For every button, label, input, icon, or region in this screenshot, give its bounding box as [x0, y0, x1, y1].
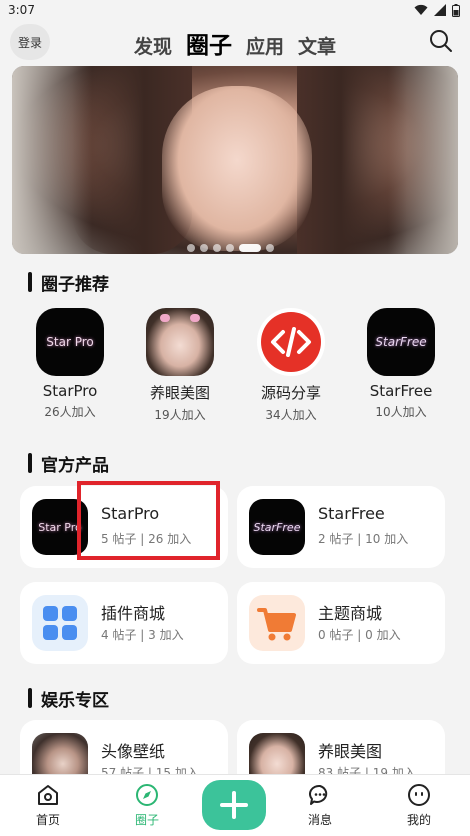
nav-messages[interactable]: 消息 [290, 783, 350, 828]
home-icon [38, 785, 58, 805]
status-icons [414, 3, 460, 17]
plugin-grid-icon [32, 595, 88, 651]
section-title: 官方产品 [41, 455, 109, 476]
code-icon [257, 308, 325, 376]
nav-home[interactable]: 首页 [18, 783, 78, 828]
carousel-dot[interactable] [200, 244, 208, 252]
highlight-annotation [77, 481, 220, 560]
product-card-starfree[interactable]: StarFree StarFree 2 帖子 | 10 加入 [237, 486, 445, 568]
shopping-cart-icon [249, 595, 305, 651]
search-icon[interactable] [428, 28, 454, 54]
starpro-logo-text: Star Pro [38, 520, 82, 534]
card-meta: 0 帖子 | 0 加入 [318, 628, 401, 642]
starfree-logo-text: StarFree [375, 335, 427, 349]
status-time: 3:07 [8, 3, 35, 17]
section-entertainment-header: 娱乐专区 [28, 686, 109, 711]
profile-icon [408, 784, 430, 806]
status-bar: 3:07 [0, 0, 470, 22]
tab-circles[interactable]: 圈子 [186, 26, 232, 60]
recommend-item-name: 源码分享 [260, 384, 321, 402]
recommend-item-starpro[interactable]: Star Pro StarPro 26人加入 [15, 308, 125, 420]
nav-profile[interactable]: 我的 [389, 783, 449, 828]
battery-icon [452, 3, 460, 17]
card-title: 插件商城 [101, 604, 166, 623]
card-title: 主题商城 [318, 604, 383, 623]
starfree-logo-text: StarFree [253, 520, 301, 534]
plus-icon [220, 791, 248, 819]
recommend-item-starfree[interactable]: StarFree StarFree 10人加入 [346, 308, 456, 420]
card-meta: 2 帖子 | 10 加入 [318, 532, 409, 546]
section-official-header: 官方产品 [28, 451, 109, 476]
carousel-dot-active[interactable] [239, 244, 261, 252]
section-marker [28, 272, 32, 292]
signal-icon [434, 4, 446, 16]
carousel-dot[interactable] [266, 244, 274, 252]
tab-discover[interactable]: 发现 [134, 32, 172, 59]
wifi-icon [414, 4, 428, 15]
recommend-item-name: StarPro [42, 382, 98, 400]
create-post-button[interactable] [202, 780, 266, 830]
nav-label: 首页 [35, 813, 60, 827]
carousel-dot[interactable] [226, 244, 234, 252]
nav-label: 我的 [406, 813, 431, 827]
nav-label: 圈子 [134, 813, 159, 827]
recommend-item-name: 养眼美图 [149, 384, 210, 402]
carousel-dots [187, 244, 274, 252]
starpro-logo: Star Pro [36, 308, 104, 376]
banner-photo [162, 86, 312, 251]
photo-thumbnail [146, 308, 214, 376]
card-title: 养眼美图 [318, 742, 383, 761]
compass-icon [136, 784, 158, 806]
section-title: 娱乐专区 [41, 690, 109, 711]
product-card-plugin-store[interactable]: 插件商城 4 帖子 | 3 加入 [20, 582, 228, 664]
banner-carousel[interactable] [12, 66, 458, 254]
recommend-item-source-code[interactable]: 源码分享 34人加入 [236, 308, 346, 423]
recommend-item-count: 19人加入 [154, 408, 206, 422]
top-tabs: 发现 圈子 应用 文章 [134, 26, 336, 60]
recommend-item-count: 34人加入 [265, 408, 317, 422]
top-header: 登录 发现 圈子 应用 文章 [0, 22, 470, 64]
starpro-logo-text: Star Pro [46, 335, 94, 349]
banner-hair-right [297, 66, 407, 254]
card-title: StarFree [318, 504, 385, 523]
card-title: 头像壁纸 [101, 742, 166, 761]
recommend-item-photos[interactable]: 养眼美图 19人加入 [125, 308, 235, 423]
login-button[interactable]: 登录 [10, 24, 50, 60]
tab-articles[interactable]: 文章 [298, 32, 336, 59]
recommend-item-count: 26人加入 [44, 405, 96, 419]
card-meta: 4 帖子 | 3 加入 [101, 628, 184, 642]
section-title: 圈子推荐 [41, 274, 109, 295]
recommend-item-count: 10人加入 [375, 405, 427, 419]
recommend-list: Star Pro StarPro 26人加入 养眼美图 19人加入 源码分享 3… [0, 308, 470, 428]
section-recommend-header: 圈子推荐 [28, 270, 109, 295]
starfree-logo: StarFree [367, 308, 435, 376]
carousel-dot[interactable] [213, 244, 221, 252]
starfree-logo: StarFree [249, 499, 305, 555]
nav-label: 消息 [307, 813, 332, 827]
product-card-theme-store[interactable]: 主题商城 0 帖子 | 0 加入 [237, 582, 445, 664]
section-marker [28, 688, 32, 708]
tab-apps[interactable]: 应用 [246, 32, 284, 59]
nav-circles[interactable]: 圈子 [117, 783, 177, 828]
message-icon [309, 784, 328, 805]
carousel-dot[interactable] [187, 244, 195, 252]
recommend-item-name: StarFree [369, 382, 433, 400]
section-marker [28, 453, 32, 473]
